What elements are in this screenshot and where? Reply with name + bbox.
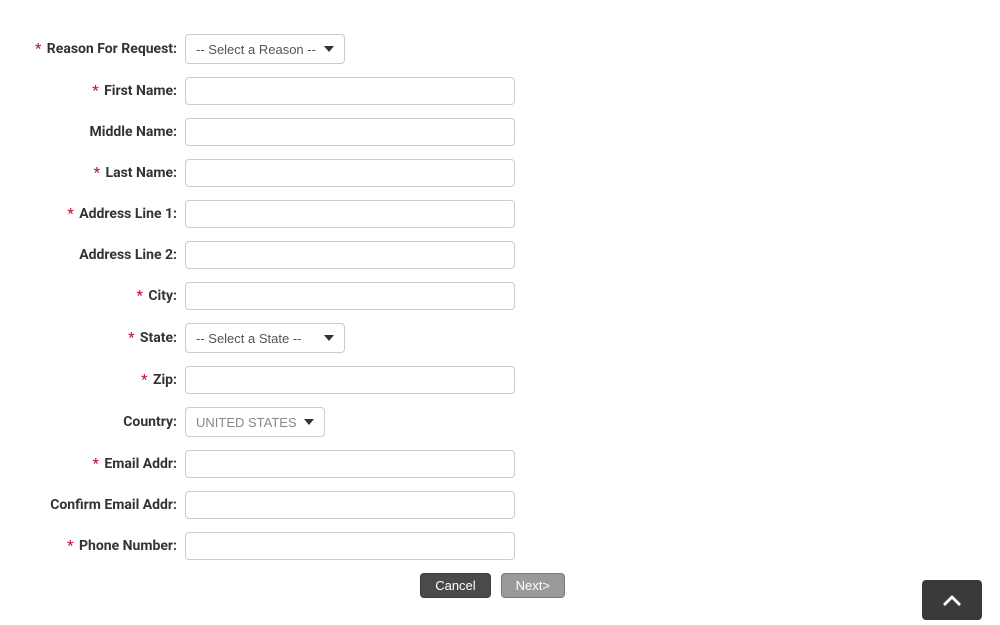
required-marker: *	[35, 41, 41, 57]
email-label-text: Email Addr:	[104, 456, 177, 472]
zip-row: * Zip:	[20, 366, 580, 394]
phone-row: * Phone Number:	[20, 532, 580, 560]
address2-label-text: Address Line 2:	[79, 247, 177, 263]
address2-label: Address Line 2:	[20, 247, 185, 263]
reason-label-text: Reason For Request:	[47, 41, 177, 57]
required-marker: *	[67, 206, 73, 222]
phone-input[interactable]	[185, 532, 515, 560]
confirm-email-input[interactable]	[185, 491, 515, 519]
required-marker: *	[141, 372, 147, 388]
required-marker: *	[67, 538, 73, 554]
last-name-row: * Last Name:	[20, 159, 580, 187]
middle-name-row: Middle Name:	[20, 118, 580, 146]
middle-name-input[interactable]	[185, 118, 515, 146]
cancel-button[interactable]: Cancel	[420, 573, 490, 598]
city-row: * City:	[20, 282, 580, 310]
required-marker: *	[137, 288, 143, 304]
zip-label-text: Zip:	[153, 372, 177, 388]
country-select[interactable]: UNITED STATES	[185, 407, 325, 437]
first-name-row: * First Name:	[20, 77, 580, 105]
first-name-input[interactable]	[185, 77, 515, 105]
reason-row: * Reason For Request: -- Select a Reason…	[20, 34, 580, 64]
address2-input[interactable]	[185, 241, 515, 269]
required-marker: *	[92, 83, 98, 99]
state-row: * State: -- Select a State --	[20, 323, 580, 353]
address1-input[interactable]	[185, 200, 515, 228]
required-marker: *	[94, 165, 100, 181]
country-label-text: Country:	[123, 414, 177, 430]
next-button[interactable]: Next>	[501, 573, 565, 598]
phone-label-text: Phone Number:	[79, 538, 177, 554]
city-label: * City:	[20, 288, 185, 304]
country-label: Country:	[20, 414, 185, 430]
middle-name-label-text: Middle Name:	[90, 124, 177, 140]
confirm-email-row: Confirm Email Addr:	[20, 491, 580, 519]
required-marker: *	[128, 330, 134, 346]
email-row: * Email Addr:	[20, 450, 580, 478]
first-name-label-text: First Name:	[104, 83, 177, 99]
address1-label-text: Address Line 1:	[79, 206, 177, 222]
reason-select[interactable]: -- Select a Reason --	[185, 34, 345, 64]
last-name-input[interactable]	[185, 159, 515, 187]
last-name-label-text: Last Name:	[106, 165, 177, 181]
email-input[interactable]	[185, 450, 515, 478]
last-name-label: * Last Name:	[20, 165, 185, 181]
city-input[interactable]	[185, 282, 515, 310]
email-label: * Email Addr:	[20, 456, 185, 472]
city-label-text: City:	[148, 288, 177, 304]
confirm-email-label: Confirm Email Addr:	[20, 497, 185, 513]
scroll-to-top-button[interactable]	[922, 580, 982, 620]
first-name-label: * First Name:	[20, 83, 185, 99]
button-row: Cancel Next>	[20, 573, 595, 598]
phone-label: * Phone Number:	[20, 538, 185, 554]
address1-row: * Address Line 1:	[20, 200, 580, 228]
address2-row: Address Line 2:	[20, 241, 580, 269]
address1-label: * Address Line 1:	[20, 206, 185, 222]
middle-name-label: Middle Name:	[20, 124, 185, 140]
confirm-email-label-text: Confirm Email Addr:	[50, 497, 177, 513]
country-row: Country: UNITED STATES	[20, 407, 580, 437]
required-marker: *	[93, 456, 99, 472]
zip-input[interactable]	[185, 366, 515, 394]
state-label: * State:	[20, 330, 185, 346]
state-label-text: State:	[140, 330, 177, 346]
reason-label: * Reason For Request:	[20, 41, 185, 57]
state-select[interactable]: -- Select a State --	[185, 323, 345, 353]
zip-label: * Zip:	[20, 372, 185, 388]
chevron-up-icon	[943, 595, 961, 606]
